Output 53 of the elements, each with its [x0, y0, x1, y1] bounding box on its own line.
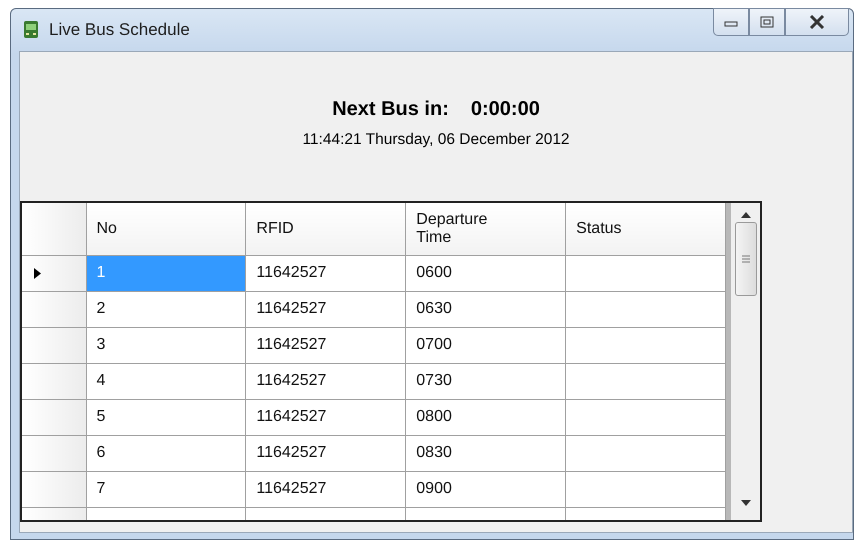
minimize-button[interactable]	[713, 8, 749, 36]
table-cell[interactable]: 3	[86, 327, 246, 364]
table-cell[interactable]: 0730	[406, 363, 566, 400]
table-cell[interactable]: 4	[86, 363, 246, 400]
maximize-button[interactable]	[749, 8, 785, 36]
row-header[interactable]	[22, 363, 86, 400]
row-header[interactable]	[22, 291, 86, 328]
table-cell[interactable]: 0630	[406, 291, 566, 328]
table-cell[interactable]	[566, 291, 726, 328]
table-cell[interactable]: 0700	[406, 327, 566, 364]
table-cell[interactable]: 0830	[406, 435, 566, 472]
table-cell[interactable]: 11642527	[246, 291, 406, 328]
column-header[interactable]: RFID	[246, 203, 406, 256]
table-cell[interactable]: 11642527	[246, 363, 406, 400]
row-header[interactable]	[22, 399, 86, 436]
table-cell[interactable]: 11642527	[246, 399, 406, 436]
scroll-up-icon[interactable]	[740, 212, 751, 218]
scrollbar[interactable]	[726, 203, 760, 520]
table-cell[interactable]	[566, 471, 726, 508]
table-cell[interactable]	[566, 435, 726, 472]
table-cell[interactable]: 11642527	[246, 435, 406, 472]
close-button[interactable]	[785, 8, 849, 36]
table-cell[interactable]	[566, 255, 726, 292]
table-cell[interactable]: 0900	[406, 471, 566, 508]
row-header[interactable]	[22, 471, 86, 508]
date-time: 11:44:21 Thursday, 06 December 2012	[302, 130, 570, 150]
scroll-thumb[interactable]	[734, 222, 757, 296]
scroll-down-icon[interactable]	[740, 500, 751, 506]
table-cell[interactable]: 2	[86, 291, 246, 328]
table-cell[interactable]: 7	[86, 471, 246, 508]
row-header[interactable]	[22, 255, 86, 292]
current-row-icon	[34, 268, 41, 279]
table-cell[interactable]	[566, 399, 726, 436]
table-cell[interactable]: 0800	[406, 399, 566, 436]
table-cell[interactable]	[566, 327, 726, 364]
maximize-icon	[760, 16, 774, 28]
table-cell[interactable]: 11642527	[246, 471, 406, 508]
row-header[interactable]	[22, 327, 86, 364]
close-icon	[809, 15, 825, 29]
countdown-value: 0:00:00	[470, 97, 540, 122]
column-header[interactable]: Departure Time	[406, 203, 566, 256]
table-cell[interactable]: 5	[86, 399, 246, 436]
table-cell[interactable]: 11642527	[246, 255, 406, 292]
next-bus-label: Next Bus in:	[332, 97, 449, 122]
bus-icon	[23, 20, 39, 40]
table-cell[interactable]: 6	[86, 435, 246, 472]
table-cell[interactable]: 0600	[406, 255, 566, 292]
column-header[interactable]: No	[86, 203, 246, 256]
window-title: Live Bus Schedule	[49, 19, 190, 42]
table-cell[interactable]	[566, 363, 726, 400]
column-header[interactable]: Status	[566, 203, 726, 256]
table-cell[interactable]: 11642527	[246, 327, 406, 364]
row-header[interactable]	[22, 435, 86, 472]
